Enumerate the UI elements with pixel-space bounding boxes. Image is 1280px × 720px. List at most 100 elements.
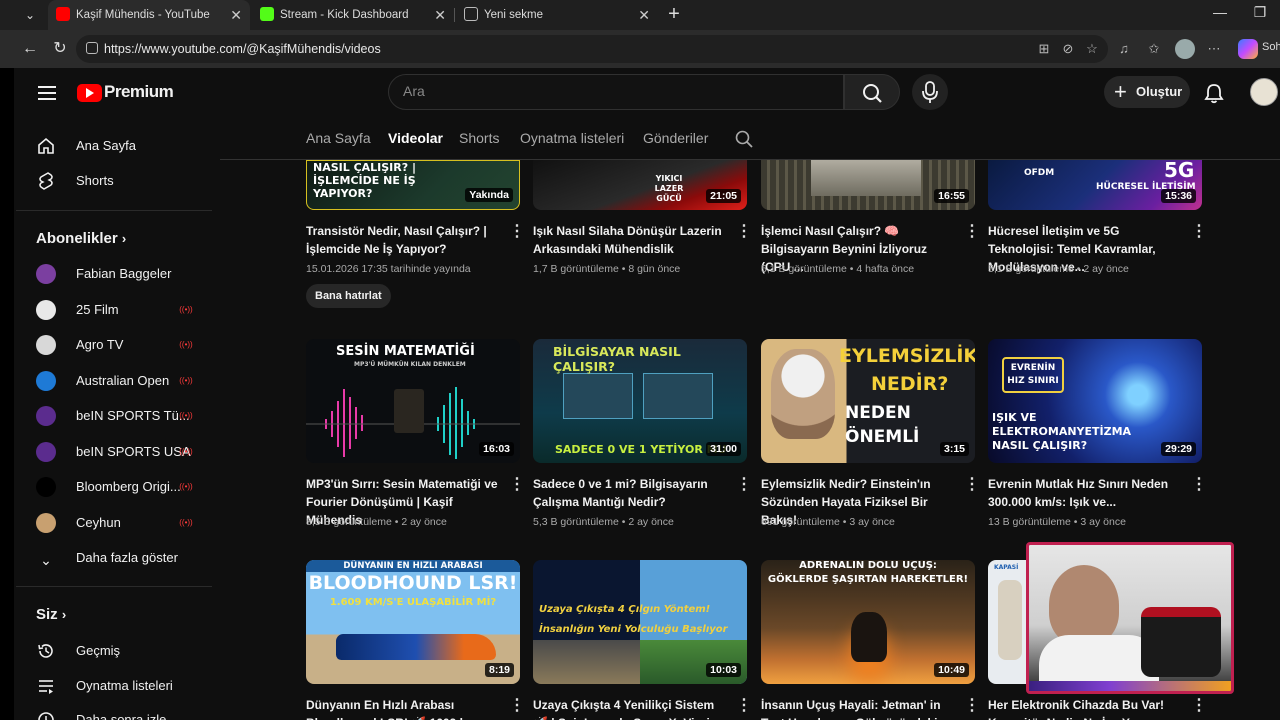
playlists-icon [39, 680, 53, 694]
tab-divider [454, 8, 455, 22]
more-menu-icon[interactable]: ⋯ [1206, 41, 1222, 57]
url-field[interactable]: https://www.youtube.com/@KaşifMühendis/v… [76, 35, 1108, 63]
video-title[interactable]: Dünyanın En Hızlı Arabası Bloodhound LSR… [306, 696, 502, 720]
video-thumbnail[interactable]: DÜNYANIN EN HIZLI ARABASI BLOODHOUND LSR… [306, 560, 520, 684]
more-actions-icon[interactable]: ⋮ [509, 698, 525, 714]
youtube-favicon-icon [56, 6, 70, 21]
video-thumbnail[interactable]: BİLGİSAYAR NASIL ÇALIŞIR? SADECE 0 VE 1 … [533, 339, 747, 463]
channel-search-icon[interactable] [735, 130, 753, 148]
favorite-star-icon[interactable]: ☆ [1084, 41, 1100, 57]
video-title[interactable]: Her Elektronik Cihazda Bu Var! Kapasitör… [988, 696, 1184, 720]
tab-shorts[interactable]: Shorts [459, 130, 499, 146]
more-actions-icon[interactable]: ⋮ [509, 224, 525, 240]
close-tab-icon[interactable]: ✕ [434, 0, 446, 30]
video-title[interactable]: İnsanın Uçuş Hayali: Jetman' in Test Uçu… [761, 696, 957, 720]
sidebar-subscription-item[interactable]: Ceyhun ((•)) [36, 511, 196, 535]
close-tab-icon[interactable]: ✕ [638, 0, 650, 30]
lock-icon [86, 42, 98, 54]
capacitor-image [998, 580, 1022, 660]
video-thumbnail[interactable]: ADRENALİN DOLU UÇUŞ: GÖKLERDE ŞAŞIRTAN H… [761, 560, 975, 684]
video-title[interactable]: Transistör Nedir, Nasıl Çalışır? | İşlem… [306, 222, 502, 258]
more-actions-icon[interactable]: ⋮ [736, 224, 752, 240]
thumbnail-text: 1.609 KM/S'E ULAŞABİLİR Mİ? [329, 597, 497, 608]
account-avatar[interactable] [1250, 78, 1278, 106]
thumbnail-text: NASIL ÇALIŞIR? | İŞLEMCİDE NE İŞ YAPIYOR… [313, 161, 416, 200]
video-meta: 1,7 B görüntüleme • 8 gün önce [533, 263, 681, 275]
video-thumbnail[interactable]: NASIL ÇALIŞIR? | İŞLEMCİDE NE İŞ YAPIYOR… [306, 160, 520, 210]
sidebar-subscription-item[interactable]: Fabian Baggeler [36, 262, 196, 286]
tab-videos[interactable]: Videolar [388, 130, 443, 146]
video-thumbnail[interactable]: EVRENİN HIZ SINIRI IŞIK VE ELEKTROMANYET… [988, 339, 1202, 463]
favorites-icon[interactable]: ✩ [1146, 41, 1162, 57]
sidebar-subscription-item[interactable]: Agro TV ((•)) [36, 333, 196, 357]
more-actions-icon[interactable]: ⋮ [964, 477, 980, 493]
more-actions-icon[interactable]: ⋮ [736, 698, 752, 714]
sidebar-subscription-item[interactable]: Australian Open ((•)) [36, 369, 196, 393]
close-tab-icon[interactable]: ✕ [230, 0, 242, 30]
video-thumbnail[interactable]: Uzaya Çıkışta 4 Çılgın Yöntem! İnsanlığı… [533, 560, 747, 684]
menu-icon[interactable] [38, 86, 56, 100]
thumbnail-text: ADRENALİN DOLU UÇUŞ: [799, 560, 937, 571]
create-label: Oluştur [1136, 84, 1183, 99]
video-thumbnail[interactable]: 16:55 [761, 160, 975, 210]
apps-icon[interactable]: ⊞ [1036, 41, 1052, 57]
sidebar-subscription-item[interactable]: beIN SPORTS Tü... ((•)) [36, 404, 196, 428]
create-button[interactable]: + Oluştur [1104, 76, 1190, 108]
sidebar-item-label: Ana Sayfa [76, 138, 136, 153]
you-heading[interactable]: Siz › [36, 606, 66, 623]
extensions-icon[interactable]: ♫ [1116, 41, 1132, 57]
einstein-portrait-image [771, 349, 835, 439]
more-actions-icon[interactable]: ⋮ [509, 477, 525, 493]
tab-playlists[interactable]: Oynatma listeleri [520, 130, 624, 146]
thumbnail-text: 5G [1164, 160, 1195, 182]
browser-tab-newtab[interactable]: Yeni sekme ✕ [456, 0, 658, 30]
video-title[interactable]: Uzaya Çıkışta 4 Yenilikçi Sistem 🚀 | Spi… [533, 696, 729, 720]
more-actions-icon[interactable]: ⋮ [964, 224, 980, 240]
refresh-icon[interactable]: ↻ [50, 39, 70, 59]
back-icon[interactable]: ← [20, 39, 40, 59]
video-thumbnail[interactable]: YIKICI LAZER GÜCÜ 21:05 [533, 160, 747, 210]
copilot-icon[interactable] [1238, 39, 1258, 59]
more-actions-icon[interactable]: ⋮ [1191, 698, 1207, 714]
video-title[interactable]: Işık Nasıl Silaha Dönüşür Lazerin Arkası… [533, 222, 729, 258]
video-thumbnail[interactable]: EYLEMSİZLİK NEDİR? NEDEN ÖNEMLİ 3:15 [761, 339, 975, 463]
video-thumbnail[interactable]: SESİN MATEMATİĞİ MP3'Ü MÜMKÜN KILAN DENK… [306, 339, 520, 463]
search-input[interactable] [403, 83, 823, 99]
sidebar-subscription-item[interactable]: 25 Film ((•)) [36, 298, 196, 322]
channel-avatar [36, 264, 56, 284]
monitor-image [563, 373, 633, 419]
search-button[interactable] [844, 74, 900, 110]
more-actions-icon[interactable]: ⋮ [736, 477, 752, 493]
tracking-prevention-icon[interactable]: ⊘ [1060, 41, 1076, 57]
copilot-label[interactable]: Soh [1262, 41, 1280, 53]
microphone-icon [922, 81, 938, 103]
jetman-image [851, 612, 887, 662]
voice-search-button[interactable] [912, 74, 948, 110]
more-actions-icon[interactable]: ⋮ [964, 698, 980, 714]
minimize-icon[interactable]: — [1200, 4, 1240, 20]
maximize-icon[interactable]: ❐ [1240, 4, 1280, 21]
address-bar: ← ↻ https://www.youtube.com/@KaşifMühend… [0, 30, 1280, 68]
video-title[interactable]: Sadece 0 ve 1 mi? Bilgisayarın Çalışma M… [533, 475, 729, 511]
channel-avatar [36, 441, 56, 462]
sidebar-subscription-item[interactable]: Bloomberg Origi... ((•)) [36, 475, 196, 499]
more-actions-icon[interactable]: ⋮ [1191, 224, 1207, 240]
video-duration: 29:29 [1161, 442, 1196, 456]
video-thumbnail[interactable]: 5G OFDM HÜCRESEL İLETİŞİM 15:36 [988, 160, 1202, 210]
browser-tab-kick[interactable]: Stream - Kick Dashboard ✕ [252, 0, 454, 30]
remind-me-button[interactable]: Bana hatırlat [306, 284, 391, 308]
tab-home[interactable]: Ana Sayfa [306, 130, 371, 146]
more-actions-icon[interactable]: ⋮ [1191, 477, 1207, 493]
streamer-face-image [1049, 565, 1119, 645]
sidebar-subscription-item[interactable]: beIN SPORTS USA ((•)) [36, 440, 196, 464]
tab-list-dropdown[interactable]: ⌄ [18, 6, 42, 24]
profile-icon[interactable] [1175, 39, 1195, 59]
subscriptions-heading[interactable]: Abonelikler › [36, 230, 126, 247]
tab-posts[interactable]: Gönderiler [643, 130, 708, 146]
video-duration: 16:03 [479, 442, 514, 456]
notifications-bell-icon[interactable] [1203, 82, 1225, 104]
live-indicator-icon: ((•)) [179, 411, 193, 420]
browser-tab-youtube[interactable]: Kaşif Mühendis - YouTube ✕ [48, 0, 250, 30]
video-title[interactable]: Evrenin Mutlak Hız Sınırı Neden 300.000 … [988, 475, 1184, 511]
new-tab-icon[interactable]: + [664, 3, 684, 26]
